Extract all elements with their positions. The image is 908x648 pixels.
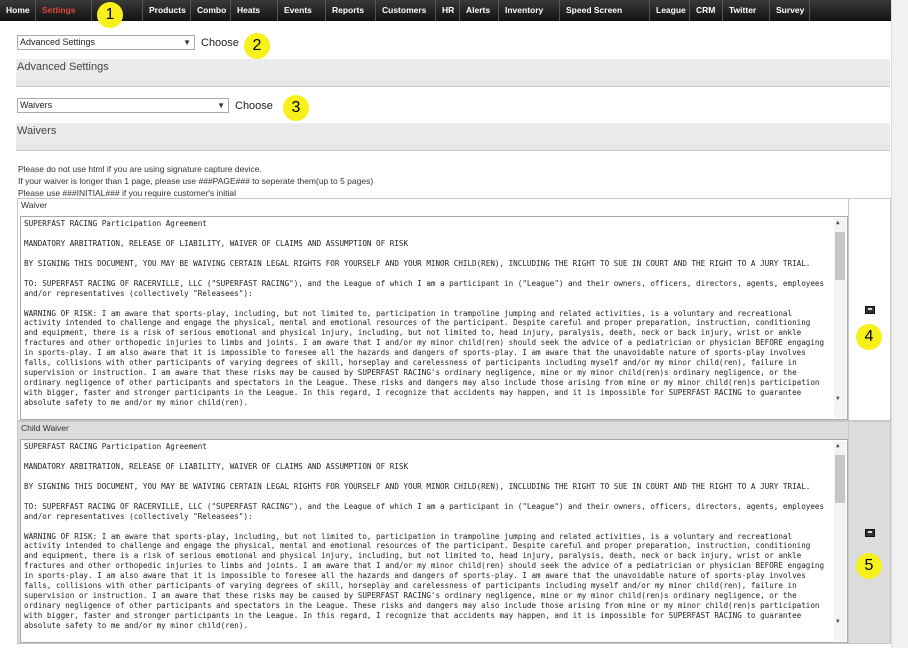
settings-select-row: Advanced Settings ▼ Choose [17,35,239,50]
save-icon[interactable] [865,529,875,537]
chevron-down-icon: ▼ [217,101,225,110]
waivers-select-row: Waivers ▼ Choose [17,98,273,113]
waiver-text: SUPERFAST RACING Participation Agreement… [24,219,827,408]
nav-item-speed-screen[interactable]: Speed Screen [560,0,650,21]
nav-item-heats[interactable]: Heats [231,0,278,21]
nav-item-events[interactable]: Events [278,0,326,21]
nav-item-home[interactable]: Home [0,0,36,21]
waiver-block: Waiver SUPERFAST RACING Participation Ag… [17,198,891,421]
nav-item-inventory[interactable]: Inventory [499,0,560,21]
settings-dropdown-value: Advanced Settings [20,37,96,47]
waivers-header: Waivers [16,123,890,145]
help-line: If your waiver is longer than 1 page, pl… [18,176,374,186]
nav-item-alerts[interactable]: Alerts [460,0,499,21]
waiver-textarea[interactable]: SUPERFAST RACING Participation Agreement… [20,216,848,420]
waivers-dropdown-value: Waivers [20,100,53,110]
callout-badge: 1 [97,2,123,28]
waivers-choose-button[interactable]: Choose [235,100,273,112]
callout-badge: 5 [856,553,882,579]
waivers-dropdown[interactable]: Waivers ▼ [17,98,229,113]
nav-item-hr[interactable]: HR [436,0,460,21]
chevron-down-icon: ▼ [183,38,191,47]
nav-item-league[interactable]: League [650,0,690,21]
waiver-help-text: Please do not use html if you are using … [18,163,373,199]
waiver-paragraph: TO: SUPERFAST RACING OF RACERVILLE, LLC … [24,278,825,298]
child-waiver-textarea[interactable]: SUPERFAST RACING Participation Agreement… [20,439,848,643]
waiver-paragraph: BY SIGNING THIS DOCUMENT, YOU MAY BE WAI… [24,258,811,268]
advanced-settings-strip [16,81,890,87]
nav-item-customers[interactable]: Customers [376,0,436,21]
child-waiver-actions [848,422,892,643]
nav-item-crm[interactable]: CRM [690,0,723,21]
waiver-paragraph: MANDATORY ARBITRATION, RELEASE OF LIABIL… [24,461,409,471]
nav-item-combo[interactable]: Combo [191,0,231,21]
callout-badge: 4 [856,324,882,350]
save-icon[interactable] [865,306,875,314]
scroll-down-icon[interactable]: ▼ [836,394,840,404]
nav-item-products[interactable]: Products [143,0,191,21]
waiver-paragraph: WARNING OF RISK: I am aware that sports-… [24,308,825,407]
waiver-paragraph: WARNING OF RISK: I am aware that sports-… [24,531,825,630]
advanced-settings-title: Advanced Settings [17,61,109,73]
scroll-down-icon[interactable]: ▼ [836,617,840,627]
waiver-paragraph: BY SIGNING THIS DOCUMENT, YOU MAY BE WAI… [24,481,811,491]
child-waiver-textarea-scrollbar[interactable]: ▲ ▼ [834,441,846,641]
waiver-paragraph: TO: SUPERFAST RACING OF RACERVILLE, LLC … [24,501,825,521]
page-scrollbar[interactable] [891,0,908,648]
waiver-scroll-thumb[interactable] [835,232,845,280]
waiver-paragraph: MANDATORY ARBITRATION, RELEASE OF LIABIL… [24,238,409,248]
settings-dropdown[interactable]: Advanced Settings ▼ [17,35,195,50]
scroll-up-icon[interactable]: ▲ [836,218,840,228]
advanced-settings-header: Advanced Settings [16,59,890,81]
scroll-up-icon[interactable]: ▲ [836,441,840,451]
waiver-actions [848,199,892,420]
waivers-title: Waivers [17,125,57,137]
waiver-textarea-scrollbar[interactable]: ▲ ▼ [834,218,846,418]
child-waiver-label: Child Waiver [21,423,69,433]
waiver-label: Waiver [21,200,48,210]
child-waiver-editor-area: Child Waiver SUPERFAST RACING Participat… [18,422,848,643]
callout-badge: 3 [283,95,309,121]
waiver-paragraph: SUPERFAST RACING Participation Agreement [24,442,207,451]
nav-item-reports[interactable]: Reports [326,0,376,21]
nav-item-twitter[interactable]: Twitter [723,0,770,21]
child-waiver-block: Child Waiver SUPERFAST RACING Participat… [17,421,891,644]
waivers-strip [16,145,890,151]
help-line: Please do not use html if you are using … [18,164,262,174]
settings-choose-button[interactable]: Choose [201,37,239,49]
nav-item-survey[interactable]: Survey [770,0,810,21]
callout-badge: 2 [244,33,270,59]
waiver-editor-area: Waiver SUPERFAST RACING Participation Ag… [18,199,848,420]
child-waiver-scroll-thumb[interactable] [835,455,845,503]
top-nav: HomeSettingsoriesProductsComboHeatsEvent… [0,0,891,21]
child-waiver-text: SUPERFAST RACING Participation Agreement… [24,442,827,631]
nav-item-settings[interactable]: Settings [36,0,92,21]
waiver-paragraph: SUPERFAST RACING Participation Agreement [24,219,207,228]
